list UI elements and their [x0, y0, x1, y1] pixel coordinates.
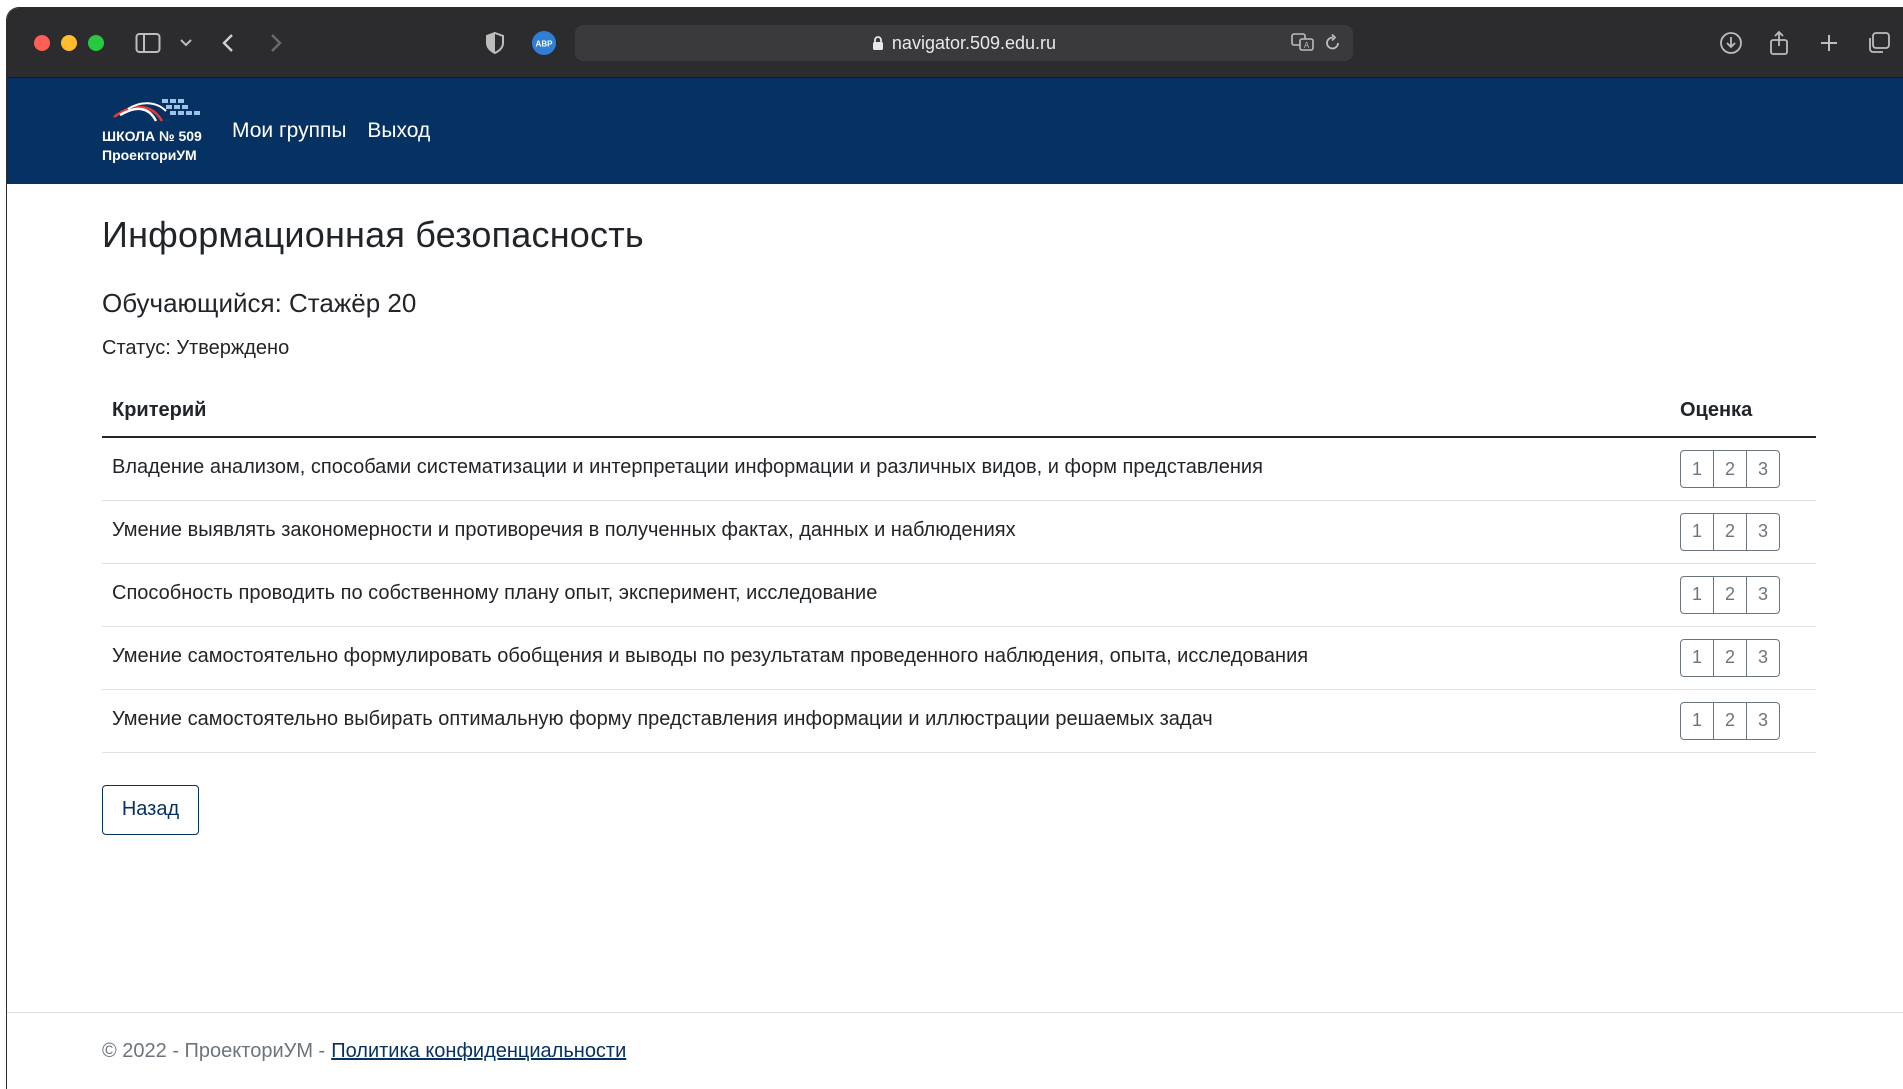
table-header-row: Критерий Оценка	[102, 388, 1816, 438]
criterion-text: Умение выявлять закономерности и противо…	[102, 500, 1680, 564]
column-header-criterion: Критерий	[102, 388, 1680, 438]
grade-button-2[interactable]: 2	[1713, 575, 1747, 614]
lock-icon	[872, 35, 884, 51]
tab-overview-icon[interactable]	[1867, 30, 1891, 56]
grade-button-3[interactable]: 3	[1746, 575, 1780, 614]
logo-brand-name: ПроекториУМ	[102, 147, 197, 163]
footer-copyright: © 2022 - ПроекториУМ -	[102, 1039, 326, 1062]
browser-window: ABP navigator.509.edu.ru A ШКОЛА № 509 П…	[7, 8, 1903, 1089]
criterion-text: Умение самостоятельно выбирать оптимальн…	[102, 689, 1680, 753]
grade-button-3[interactable]: 3	[1746, 701, 1780, 740]
main-content: Информационная безопасность Обучающийся:…	[7, 214, 1903, 835]
criterion-text: Умение самостоятельно формулировать обоб…	[102, 626, 1680, 690]
download-icon[interactable]	[1719, 30, 1743, 56]
back-button[interactable]: Назад	[102, 784, 199, 835]
table-row: Умение самостоятельно формулировать обоб…	[102, 626, 1816, 690]
svg-text:ABP: ABP	[536, 40, 554, 49]
reload-icon[interactable]	[1325, 33, 1341, 56]
url-text: navigator.509.edu.ru	[891, 32, 1057, 53]
grade-button-1[interactable]: 1	[1680, 638, 1714, 677]
grade-button-2[interactable]: 2	[1713, 701, 1747, 740]
address-bar[interactable]: navigator.509.edu.ru A	[575, 25, 1353, 61]
student-name: Обучающийся: Стажёр 20	[102, 288, 417, 318]
grade-button-1[interactable]: 1	[1680, 701, 1714, 740]
minimize-window-button[interactable]	[61, 35, 77, 51]
browser-toolbar: ABP navigator.509.edu.ru A	[7, 8, 1903, 78]
forward-arrow-icon[interactable]	[269, 30, 283, 56]
translate-icon[interactable]: A	[1291, 33, 1315, 56]
page-footer: © 2022 - ПроекториУМ - Политика конфиден…	[7, 1012, 1903, 1089]
grade-button-group: 1 2 3	[1680, 638, 1816, 677]
svg-text:A: A	[1304, 41, 1310, 50]
grade-button-group: 1 2 3	[1680, 701, 1816, 740]
grade-button-group: 1 2 3	[1680, 450, 1816, 488]
criterion-text: Способность проводить по собственному пл…	[102, 563, 1680, 627]
maximize-window-button[interactable]	[88, 35, 104, 51]
privacy-shield-icon[interactable]	[484, 30, 506, 56]
grade-button-2[interactable]: 2	[1713, 638, 1747, 677]
window-controls	[34, 35, 104, 51]
grade-button-2[interactable]: 2	[1713, 450, 1747, 488]
grade-button-1[interactable]: 1	[1680, 450, 1714, 488]
grade-button-3[interactable]: 3	[1746, 638, 1780, 677]
nav-link-my-groups[interactable]: Мои группы	[232, 119, 346, 143]
table-row: Умение самостоятельно выбирать оптимальн…	[102, 689, 1816, 753]
grade-button-2[interactable]: 2	[1713, 512, 1747, 551]
column-header-grade: Оценка	[1680, 388, 1816, 438]
grade-button-group: 1 2 3	[1680, 575, 1816, 614]
grade-button-group: 1 2 3	[1680, 512, 1816, 551]
grade-button-3[interactable]: 3	[1746, 450, 1780, 488]
close-window-button[interactable]	[34, 35, 50, 51]
chevron-down-icon[interactable]	[179, 30, 193, 56]
nav-link-logout[interactable]: Выход	[367, 119, 430, 143]
school-logo[interactable]: ШКОЛА № 509 ПроекториУМ	[102, 95, 212, 167]
site-navbar: ШКОЛА № 509 ПроекториУМ Мои группы Выход	[7, 78, 1903, 184]
table-row: Владение анализом, способами систематиза…	[102, 437, 1816, 501]
grade-button-3[interactable]: 3	[1746, 512, 1780, 551]
back-arrow-icon[interactable]	[221, 30, 235, 56]
table-row: Способность проводить по собственному пл…	[102, 563, 1816, 627]
new-tab-plus-icon[interactable]	[1819, 30, 1839, 56]
status-text: Статус: Утверждено	[102, 337, 290, 359]
sidebar-toggle-icon[interactable]	[135, 30, 161, 56]
grade-button-1[interactable]: 1	[1680, 512, 1714, 551]
page-title: Информационная безопасность	[102, 214, 644, 255]
logo-school-name: ШКОЛА № 509	[102, 128, 202, 144]
privacy-policy-link[interactable]: Политика конфиденциальности	[331, 1040, 626, 1063]
criteria-table: Критерий Оценка Владение анализом, спосо…	[102, 388, 1816, 753]
adblock-extension-icon[interactable]: ABP	[531, 30, 557, 56]
criterion-text: Владение анализом, способами систематиза…	[102, 437, 1680, 501]
share-icon[interactable]	[1769, 30, 1789, 56]
table-row: Умение выявлять закономерности и противо…	[102, 500, 1816, 564]
grade-button-1[interactable]: 1	[1680, 575, 1714, 614]
